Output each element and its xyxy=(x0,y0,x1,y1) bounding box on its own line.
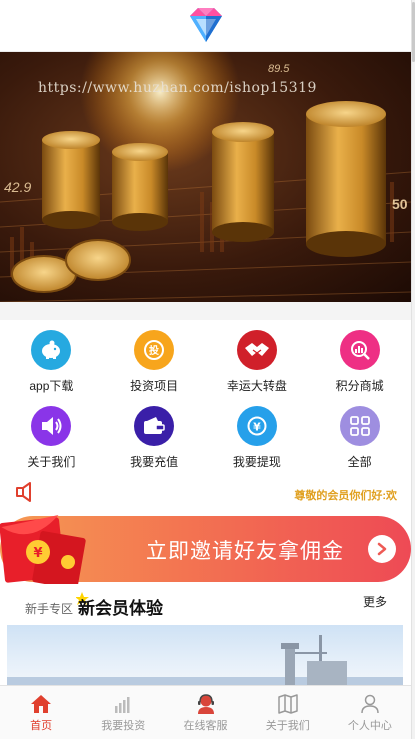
menu-item-all[interactable]: 全部 xyxy=(308,406,411,482)
menu-item-invest-projects[interactable]: 投 投资项目 xyxy=(103,330,206,406)
tab-label: 关于我们 xyxy=(265,720,310,732)
diamond-logo-icon[interactable] xyxy=(184,6,228,46)
invite-banner[interactable]: ¥ 立即邀请好友拿佣金 xyxy=(0,515,411,590)
invest-coin-icon: 投 xyxy=(134,330,175,370)
newbie-section-header: 新手专区 新会员体验 更多 xyxy=(0,584,411,624)
menu-item-withdraw[interactable]: ¥ 我要提现 xyxy=(206,406,309,482)
chevron-right-icon xyxy=(377,542,387,556)
banner-watermark: https://www.huzhan.com/ishop15319 xyxy=(38,80,317,96)
bottom-tab-bar: 首页 我要投资 在线客服 关于我们 个人中心 xyxy=(0,685,411,739)
invite-go-button[interactable] xyxy=(368,535,396,563)
section-divider xyxy=(0,302,411,320)
tab-label: 在线客服 xyxy=(183,720,228,732)
section-title: 新会员体验 xyxy=(78,598,164,619)
home-icon xyxy=(31,695,52,713)
svg-text:¥: ¥ xyxy=(253,421,261,434)
wallet-icon xyxy=(134,406,175,446)
menu-item-label: 投资项目 xyxy=(130,379,179,393)
megaphone-icon xyxy=(16,482,31,502)
menu-item-label: 积分商城 xyxy=(335,379,384,393)
red-envelope-icon: ¥ xyxy=(0,515,86,590)
menu-item-lucky-wheel[interactable]: 幸运大转盘 xyxy=(206,330,309,406)
menu-item-label: 我要提现 xyxy=(232,455,281,469)
invite-text: 立即邀请好友拿佣金 xyxy=(146,540,344,563)
tab-customer-service[interactable]: 在线客服 xyxy=(164,686,246,739)
page-scrollbar[interactable] xyxy=(411,0,415,739)
customer-service-icon xyxy=(197,694,214,714)
notice-message: 尊敬的会员你们好:欢 xyxy=(294,490,397,502)
menu-item-recharge[interactable]: 我要充值 xyxy=(103,406,206,482)
user-icon xyxy=(361,694,379,714)
tab-home[interactable]: 首页 xyxy=(0,686,82,739)
menu-item-label: 幸运大转盘 xyxy=(226,379,287,393)
promo-image[interactable] xyxy=(7,625,403,685)
notice-bar[interactable]: 尊敬的会员你们好:欢 xyxy=(0,478,411,510)
tab-label: 我要投资 xyxy=(101,720,146,732)
banner-number-2: 89.5 xyxy=(268,63,290,75)
svg-text:投: 投 xyxy=(149,344,159,357)
hero-banner[interactable]: 42.9 89.5 50 https://www.huzhan.com/isho… xyxy=(0,52,411,302)
tab-label: 首页 xyxy=(30,720,53,732)
tab-invest[interactable]: 我要投资 xyxy=(82,686,164,739)
map-book-icon xyxy=(277,694,298,714)
svg-text:¥: ¥ xyxy=(33,546,42,561)
banner-number-3: 50 xyxy=(392,196,408,212)
yen-withdraw-icon: ¥ xyxy=(236,406,277,446)
menu-item-label: 我要充值 xyxy=(130,455,179,469)
quick-menu-grid: app下载 投 投资项目 幸运大转盘 积分商城 关于我们 我要充值 ¥ 我要提现 xyxy=(0,320,411,478)
banner-number-1: 42.9 xyxy=(4,179,31,195)
grid-all-icon xyxy=(339,406,380,446)
section-zone-label: 新手专区 xyxy=(25,602,74,616)
menu-item-label: app下载 xyxy=(29,379,74,393)
industrial-scene-illustration xyxy=(7,635,403,685)
menu-item-about-us[interactable]: 关于我们 xyxy=(0,406,103,482)
menu-item-label: 关于我们 xyxy=(27,455,76,469)
tab-profile[interactable]: 个人中心 xyxy=(329,686,411,739)
chart-search-icon xyxy=(339,330,380,370)
bar-chart-icon xyxy=(115,697,130,713)
top-header xyxy=(0,0,411,52)
menu-item-app-download[interactable]: app下载 xyxy=(0,330,103,406)
handshake-icon xyxy=(236,330,277,370)
tab-label: 个人中心 xyxy=(347,720,392,732)
more-link[interactable]: 更多 xyxy=(363,593,387,610)
tab-about-us[interactable]: 关于我们 xyxy=(247,686,329,739)
menu-item-label: 全部 xyxy=(347,455,372,469)
piggy-bank-icon xyxy=(31,330,72,370)
menu-item-points-mall[interactable]: 积分商城 xyxy=(308,330,411,406)
speaker-icon xyxy=(31,406,72,446)
new-member-experience-title: 新会员体验 xyxy=(76,592,164,619)
